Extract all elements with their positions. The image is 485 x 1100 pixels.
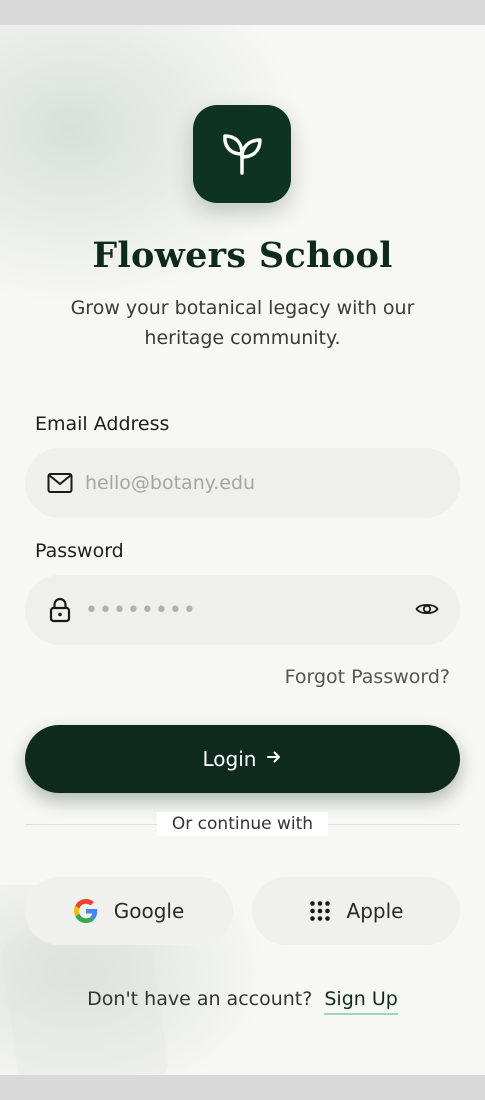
google-label: Google [113, 899, 185, 923]
mail-icon [47, 470, 73, 496]
login-button-label: Login [202, 747, 257, 771]
google-login-button[interactable]: Google [25, 877, 233, 945]
app-logo [193, 105, 291, 203]
signup-link[interactable]: Sign Up [324, 988, 398, 1015]
divider-text: Or continue with [157, 812, 328, 836]
login-screen: Flowers School Grow your botanical legac… [0, 25, 485, 1075]
arrow-right-icon [266, 749, 282, 770]
sprout-icon [223, 134, 262, 175]
forgot-password-link[interactable]: Forgot Password? [285, 666, 450, 688]
page-title: Flowers School [92, 235, 393, 276]
login-button[interactable]: Login [25, 725, 460, 793]
grid-dots-icon [309, 900, 331, 922]
signup-row: Don't have an account? Sign Up [0, 988, 485, 1015]
password-field[interactable]: •••••••• [25, 575, 460, 645]
password-label: Password [35, 540, 124, 562]
email-label: Email Address [35, 413, 170, 435]
email-placeholder: hello@botany.edu [85, 472, 256, 494]
signup-prompt: Don't have an account? [87, 988, 313, 1010]
apple-login-button[interactable]: Apple [252, 877, 460, 945]
lock-icon [47, 597, 73, 623]
apple-label: Apple [346, 899, 404, 923]
password-mask: •••••••• [85, 597, 197, 623]
google-icon [73, 899, 98, 923]
page-subtitle: Grow your botanical legacy with our heri… [70, 297, 415, 349]
eye-icon[interactable] [414, 596, 440, 622]
email-field[interactable]: hello@botany.edu [25, 448, 460, 518]
